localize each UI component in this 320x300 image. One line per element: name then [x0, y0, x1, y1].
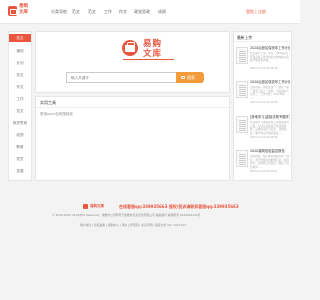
search-icon — [181, 75, 185, 79]
sidebar-item-fanwen-2[interactable]: 范文 — [9, 109, 31, 114]
search-input[interactable] — [66, 72, 176, 83]
sidebar-item-fanwen-active[interactable]: 范文 — [9, 34, 31, 42]
document-card[interactable]: 2020后营区保安年工作计划 党员领导干部，中共，2020后营区保安年工作计划的… — [236, 46, 290, 75]
search-button-label: 搜索 — [187, 75, 195, 80]
content-panel: 实用工具 恐怕xxxx没有搜到或 — [35, 96, 230, 181]
content-title: 实用工具 — [40, 100, 56, 105]
footer-links[interactable]: 用户协议 | 隐私政策 | 帮助中心 | 用户上传须知 | 免责声明 | 联系方… — [80, 223, 186, 227]
hero-logo-text: 易购 文库 — [143, 39, 163, 59]
sidebar-item-party[interactable]: 党员 — [9, 157, 31, 162]
document-thumbnail — [236, 150, 248, 167]
sidebar-item-education[interactable]: 教育 — [9, 145, 31, 150]
document-thumbnail — [236, 81, 248, 98]
logo-underline — [123, 59, 174, 60]
sidebar-item-essay[interactable]: 作文 — [9, 85, 31, 90]
document-thumbnail — [236, 47, 248, 64]
content-divider — [36, 107, 229, 108]
latest-uploads-divider — [234, 41, 291, 42]
logo-icon[interactable] — [8, 6, 17, 16]
nav-item-politics[interactable]: 政党思政 — [134, 9, 150, 15]
document-description: 年营地学习调配管理工作进度情况汇报，为切实实际执行的决策部署，完成各项学习任务，… — [250, 121, 289, 135]
document-thumbnail — [236, 116, 248, 133]
nav-item-work[interactable]: 工作 — [104, 9, 112, 15]
nav-item-category[interactable]: 分类导航 — [51, 9, 67, 15]
page-footer: 易购文库 在线客服qq:339935663 侵权/投诉请联系客服qq:33993… — [0, 194, 300, 300]
category-sidebar: 范文 通知 计划 范文 作文 工作 范文 政党思政 成绩 教育 党员 发展 随机 — [8, 31, 32, 181]
document-card[interactable]: [营地学习]迎接法规专题学习 年营地学习调配管理工作进度情况汇报，为切实实际执行… — [236, 115, 290, 144]
sidebar-item-plan[interactable]: 计划 — [9, 61, 31, 66]
login-register-link[interactable]: 登陆 | 注册 — [246, 9, 266, 15]
document-card[interactable]: 2020建筑检验监控报告 项目经理，属于本区域复查的一部分，并已经施行的检测记录… — [236, 149, 290, 178]
document-description: 活动时间，由党支部一，委托（第一期第三批二）年龄，小班参加人员约二，工作计划，2… — [250, 86, 289, 100]
document-card[interactable]: 2020后营区保安年工作计划 活动时间，由党支部一，委托（第一期第三批二）年龄，… — [236, 80, 290, 109]
sidebar-item-development[interactable]: 发展 — [9, 169, 31, 174]
search-hero-panel: 易购 文库 搜索 — [35, 31, 230, 93]
footer-logo-icon — [83, 204, 88, 209]
nav-item-fanwen-1[interactable]: 范文 — [72, 9, 80, 15]
footer-copyright: © 2016-2022 All Rights Reserved，成都市公司所有于… — [52, 213, 201, 217]
sidebar-item-notice[interactable]: 通知 — [9, 49, 31, 54]
document-date: 2024-11-01 20:00:18 — [250, 67, 278, 70]
document-description: 党员领导干部，中共，2020后营区保安年工作计划的主要内容以及执行保障等内容。。 — [250, 52, 289, 62]
nav-item-essay[interactable]: 作文 — [119, 9, 127, 15]
nav-item-grades[interactable]: 成绩 — [158, 9, 166, 15]
sidebar-item-fanwen[interactable]: 范文 — [9, 73, 31, 78]
search-button[interactable]: 搜索 — [176, 72, 204, 83]
footer-contact-info: 在线客服qq:339935663 侵权/投诉请联系客服qq:339935663 — [119, 204, 239, 209]
document-date: 2024-11-01 20:00:06 — [250, 136, 278, 139]
document-date: 2024-11-01 20:00:01 — [250, 170, 278, 173]
document-description: 项目经理，属于本区域复查的一部分，并已经施行的检测记录，各位领导，对照施工的程序… — [250, 155, 289, 169]
document-date: 2024-11-01 20:00:08 — [250, 101, 278, 104]
nav-item-fanwen-2[interactable]: 范文 — [88, 9, 96, 15]
brand-logo-icon — [122, 40, 138, 56]
sidebar-item-grades[interactable]: 成绩 — [9, 133, 31, 138]
latest-uploads-panel: 最新上传 2020后营区保安年工作计划 党员领导干部，中共，2020后营区保安年… — [233, 31, 292, 181]
site-logo-text[interactable]: 易购 文库 — [19, 4, 37, 15]
sidebar-item-politics[interactable]: 政党思政 — [9, 121, 31, 126]
no-results-message: 恐怕xxxx没有搜到或 — [40, 112, 73, 116]
sidebar-item-work[interactable]: 工作 — [9, 97, 31, 102]
footer-logo-text: 易购文库 — [90, 204, 104, 208]
top-navigation-bar: 易购 文库 分类导航 范文 范文 工作 作文 政党思政 成绩 登陆 | 注册 — [0, 0, 300, 24]
